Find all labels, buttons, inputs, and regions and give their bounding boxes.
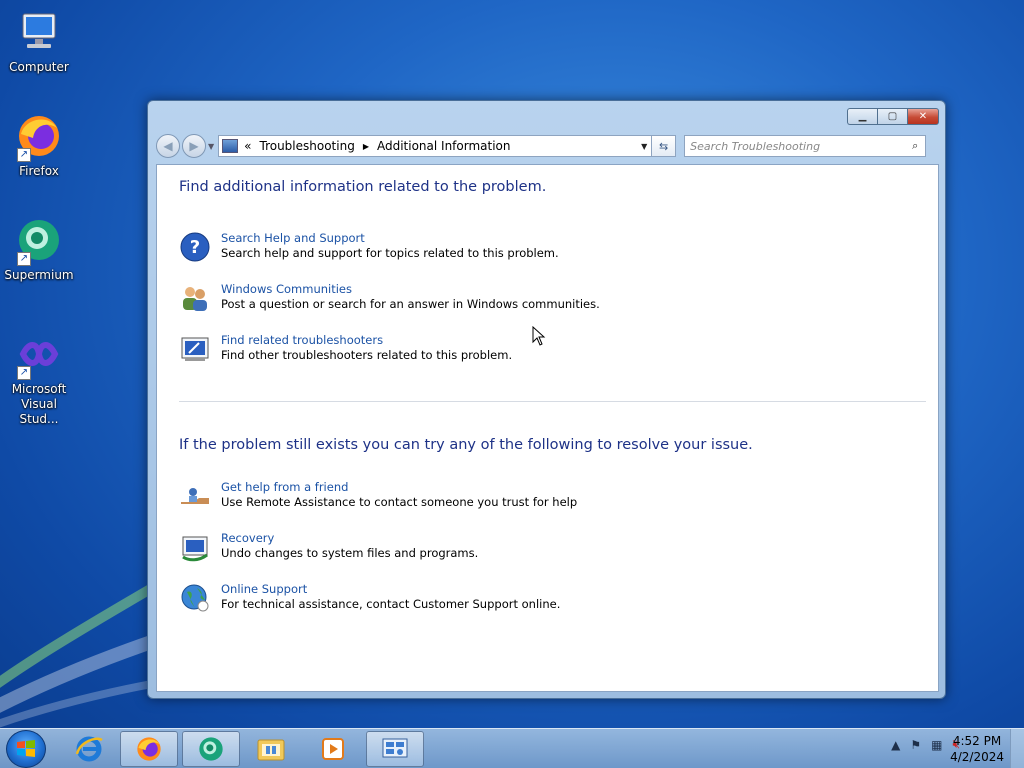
- windows-communities-link[interactable]: Windows Communities: [221, 282, 600, 297]
- taskbar-firefox[interactable]: [120, 731, 178, 767]
- item-recovery[interactable]: Recovery Undo changes to system files an…: [179, 531, 478, 563]
- taskbar-control-panel[interactable]: [366, 731, 424, 767]
- section2-heading: If the problem still exists you can try …: [179, 437, 753, 453]
- taskbar-internet-explorer[interactable]: [60, 731, 118, 767]
- online-support-link[interactable]: Online Support: [221, 582, 560, 597]
- forward-button[interactable]: ▶: [182, 134, 206, 158]
- search-icon[interactable]: ⌕: [905, 139, 925, 153]
- desktop-icon-firefox[interactable]: ↗ Firefox: [0, 112, 78, 179]
- windows-communities-desc: Post a question or search for an answer …: [221, 297, 600, 311]
- firefox-icon: ↗: [15, 112, 63, 162]
- globe-icon: [179, 582, 211, 614]
- internet-explorer-icon: [75, 736, 103, 762]
- item-get-help-friend[interactable]: Get help from a friend Use Remote Assist…: [179, 480, 577, 512]
- desktop-icon-label: Supermium: [4, 268, 74, 282]
- recovery-link[interactable]: Recovery: [221, 531, 478, 546]
- desktop-icon-visual-studio[interactable]: ↗ Microsoft Visual Stud...: [0, 330, 78, 427]
- section1-heading: Find additional information related to t…: [179, 179, 547, 195]
- back-button[interactable]: ◀: [156, 134, 180, 158]
- remote-assistance-icon: [179, 480, 211, 512]
- find-troubleshooters-link[interactable]: Find related troubleshooters: [221, 333, 512, 348]
- visual-studio-icon: ↗: [15, 330, 63, 380]
- get-help-friend-link[interactable]: Get help from a friend: [221, 480, 577, 495]
- taskbar-supermium[interactable]: [182, 731, 240, 767]
- recovery-icon: [179, 531, 211, 563]
- desktop-icon-label: Computer: [9, 60, 69, 74]
- minimize-button[interactable]: ▁: [847, 108, 877, 125]
- clock-time: 4:52 PM: [952, 734, 1002, 748]
- refresh-button[interactable]: ⇆: [652, 135, 677, 157]
- close-button[interactable]: ✕: [907, 108, 939, 125]
- window-controls: ▁ ▢ ✕: [847, 108, 939, 125]
- recent-pages-dropdown[interactable]: ▼: [208, 142, 214, 151]
- breadcrumb-additional-information[interactable]: Additional Information: [377, 139, 511, 153]
- mouse-cursor-icon: [532, 326, 546, 346]
- section-divider: [179, 401, 926, 402]
- navigation-bar: ◀ ▶ ▼ « Troubleshooting ▶ Additional Inf…: [156, 133, 937, 159]
- supermium-icon: ↗: [15, 216, 63, 266]
- taskbar-media-player[interactable]: [304, 731, 362, 767]
- search-box[interactable]: Search Troubleshooting ⌕: [684, 135, 927, 157]
- find-troubleshooters-desc: Find other troubleshooters related to th…: [221, 348, 513, 362]
- clock[interactable]: 4:52 PM 4/2/2024: [950, 733, 1004, 765]
- supermium-icon: [199, 737, 223, 761]
- item-windows-communities[interactable]: Windows Communities Post a question or s…: [179, 282, 600, 314]
- troubleshooting-window: ▁ ▢ ✕ ◀ ▶ ▼ « Troubleshooting ▶ Addition…: [147, 100, 946, 699]
- clock-date: 4/2/2024: [950, 750, 1004, 764]
- control-panel-icon: [382, 738, 408, 758]
- start-button[interactable]: [6, 730, 46, 768]
- address-bar[interactable]: « Troubleshooting ▶ Additional Informati…: [218, 135, 653, 157]
- address-overflow[interactable]: «: [244, 139, 251, 153]
- show-desktop-button[interactable]: [1010, 729, 1024, 768]
- desktop-icon-computer[interactable]: Computer: [0, 8, 78, 75]
- forward-arrow-icon: ▶: [189, 139, 199, 153]
- item-online-support[interactable]: Online Support For technical assistance,…: [179, 582, 560, 614]
- show-hidden-icons-button[interactable]: ▲: [891, 738, 900, 752]
- taskbar-file-explorer[interactable]: [242, 731, 300, 767]
- desktop-icon-label: Microsoft Visual Stud...: [11, 382, 67, 426]
- desktop-icon-label: Firefox: [19, 164, 59, 178]
- computer-icon: [15, 8, 63, 56]
- help-question-icon: ?: [179, 231, 211, 263]
- firefox-icon: [137, 737, 161, 761]
- people-icon: [179, 282, 211, 314]
- online-support-desc: For technical assistance, contact Custom…: [221, 597, 561, 611]
- back-arrow-icon: ◀: [163, 139, 173, 153]
- control-panel-icon: [222, 139, 239, 153]
- maximize-button[interactable]: ▢: [877, 108, 907, 125]
- action-center-flag-icon[interactable]: ⚑: [910, 738, 921, 752]
- shortcut-arrow-icon: ↗: [17, 252, 31, 266]
- address-dropdown-icon[interactable]: ▼: [637, 142, 651, 151]
- network-icon[interactable]: ▦: [931, 738, 942, 752]
- breadcrumb-arrow-icon[interactable]: ▶: [363, 142, 369, 151]
- item-search-help[interactable]: ? Search Help and Support Search help an…: [179, 231, 559, 263]
- content-pane: Find additional information related to t…: [156, 164, 939, 692]
- item-find-troubleshooters[interactable]: Find related troubleshooters Find other …: [179, 333, 512, 365]
- shortcut-arrow-icon: ↗: [17, 148, 31, 162]
- get-help-friend-desc: Use Remote Assistance to contact someone…: [221, 495, 578, 509]
- search-help-link[interactable]: Search Help and Support: [221, 231, 559, 246]
- search-help-desc: Search help and support for topics relat…: [221, 246, 559, 260]
- taskbar: ▲ ⚑ ▦ 🔇︎ 4:52 PM 4/2/2024: [0, 728, 1024, 768]
- shortcut-arrow-icon: ↗: [17, 366, 31, 380]
- svg-text:?: ?: [190, 237, 200, 258]
- search-placeholder: Search Troubleshooting: [690, 139, 821, 153]
- recovery-desc: Undo changes to system files and program…: [221, 546, 479, 560]
- desktop-icon-supermium[interactable]: ↗ Supermium: [0, 216, 78, 283]
- breadcrumb-troubleshooting[interactable]: Troubleshooting: [260, 139, 355, 153]
- media-player-icon: [322, 738, 344, 760]
- folder-icon: [257, 739, 285, 761]
- windows-logo-icon: [17, 740, 35, 757]
- refresh-icon: ⇆: [659, 139, 669, 153]
- troubleshooter-icon: [179, 333, 211, 365]
